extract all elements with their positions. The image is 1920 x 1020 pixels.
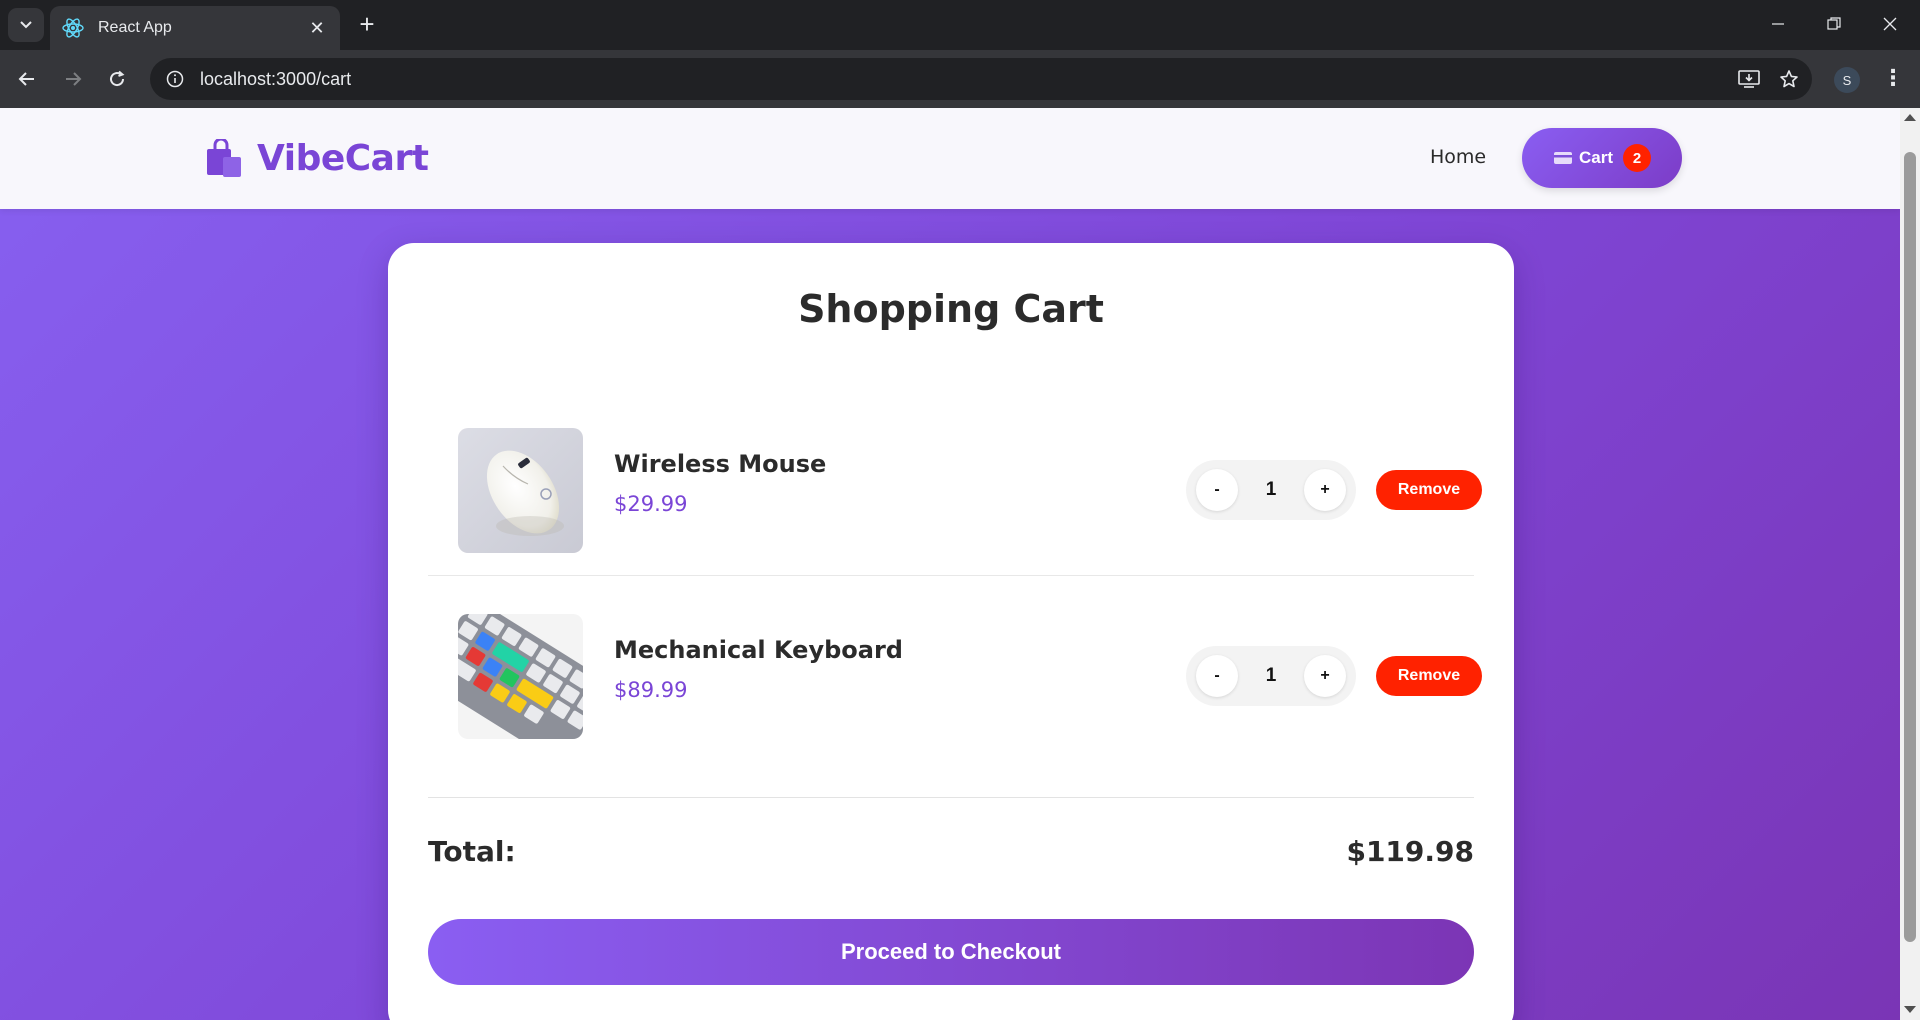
- address-bar[interactable]: localhost:3000/cart: [150, 58, 1812, 100]
- nav-home-link[interactable]: Home: [1430, 146, 1486, 168]
- page-title: Shopping Cart: [798, 287, 1104, 331]
- item-price: $29.99: [614, 492, 688, 516]
- more-vert-icon[interactable]: ⋮: [1878, 62, 1908, 96]
- new-tab-button[interactable]: +: [352, 10, 382, 40]
- remove-item-button[interactable]: Remove: [1376, 470, 1482, 510]
- minimize-icon: [1772, 23, 1784, 25]
- plus-icon: +: [359, 9, 375, 39]
- cart-label: Cart: [1578, 148, 1613, 167]
- restore-button[interactable]: [1814, 10, 1854, 40]
- star-icon[interactable]: [1772, 62, 1806, 96]
- total-label: Total:: [428, 835, 516, 868]
- chevron-down-icon: [20, 21, 32, 29]
- total-divider: [428, 797, 1474, 798]
- browser-toolbar: localhost:3000/cart S ⋮: [0, 50, 1920, 108]
- cart-count-badge: 2: [1623, 144, 1651, 172]
- item-name: Wireless Mouse: [614, 450, 827, 478]
- mouse-product-image: [458, 428, 583, 553]
- page-viewport: VibeCart Home Cart 2 Shopping Cart Wirel…: [0, 108, 1900, 1020]
- scrollbar-thumb[interactable]: [1904, 152, 1916, 942]
- url-text[interactable]: localhost:3000/cart: [200, 69, 1732, 90]
- item-name: Mechanical Keyboard: [614, 636, 903, 664]
- react-logo-icon: [62, 17, 84, 39]
- close-icon: [1883, 17, 1897, 31]
- quantity-stepper: - 1 +: [1186, 646, 1356, 706]
- browser-tab-bar: React App ✕ +: [0, 0, 1920, 50]
- quantity-stepper: - 1 +: [1186, 460, 1356, 520]
- profile-avatar[interactable]: S: [1834, 67, 1860, 93]
- increase-quantity-button[interactable]: +: [1304, 655, 1346, 697]
- item-price: $89.99: [614, 678, 688, 702]
- increase-quantity-button[interactable]: +: [1304, 469, 1346, 511]
- arrow-left-icon: [18, 72, 34, 86]
- reload-icon: [110, 70, 125, 87]
- decrease-quantity-button[interactable]: -: [1196, 655, 1238, 697]
- quantity-value: 1: [1265, 665, 1277, 686]
- minimize-button[interactable]: [1758, 10, 1798, 40]
- brand-logo[interactable]: VibeCart: [205, 138, 429, 179]
- browser-tab[interactable]: React App ✕: [50, 6, 340, 50]
- cart-item: Mechanical Keyboard $89.99 - 1 + Remove: [428, 576, 1482, 762]
- tab-search-button[interactable]: [8, 8, 44, 42]
- cart-item: Wireless Mouse $29.99 - 1 + Remove: [428, 390, 1482, 576]
- quantity-value: 1: [1265, 479, 1277, 500]
- back-button[interactable]: [10, 62, 44, 96]
- decrease-quantity-button[interactable]: -: [1196, 469, 1238, 511]
- tab-title: React App: [98, 19, 172, 36]
- remove-item-button[interactable]: Remove: [1376, 656, 1482, 696]
- card-icon: [1553, 152, 1572, 164]
- total-value: $119.98: [1346, 835, 1474, 868]
- forward-button[interactable]: [56, 62, 90, 96]
- install-app-icon[interactable]: [1732, 62, 1766, 96]
- shopping-bag-icon: [207, 138, 241, 177]
- info-icon[interactable]: [164, 68, 186, 90]
- scroll-down-arrow-icon[interactable]: [1904, 1006, 1916, 1013]
- scroll-up-arrow-icon[interactable]: [1904, 114, 1916, 121]
- keyboard-product-image: [458, 614, 583, 739]
- restore-icon: [1827, 17, 1841, 30]
- window-close-button[interactable]: [1870, 10, 1910, 40]
- reload-button[interactable]: [100, 62, 134, 96]
- close-icon[interactable]: ✕: [306, 18, 328, 39]
- brand-name: VibeCart: [257, 138, 429, 179]
- page-scrollbar[interactable]: [1900, 108, 1920, 1020]
- cart-card: Shopping Cart Wireless Mouse $29.99 - 1 …: [388, 243, 1514, 1020]
- nav-cart-button[interactable]: Cart 2: [1522, 128, 1682, 188]
- checkout-button[interactable]: Proceed to Checkout: [428, 919, 1474, 985]
- site-header: VibeCart Home Cart 2: [0, 108, 1900, 209]
- arrow-right-icon: [66, 72, 82, 86]
